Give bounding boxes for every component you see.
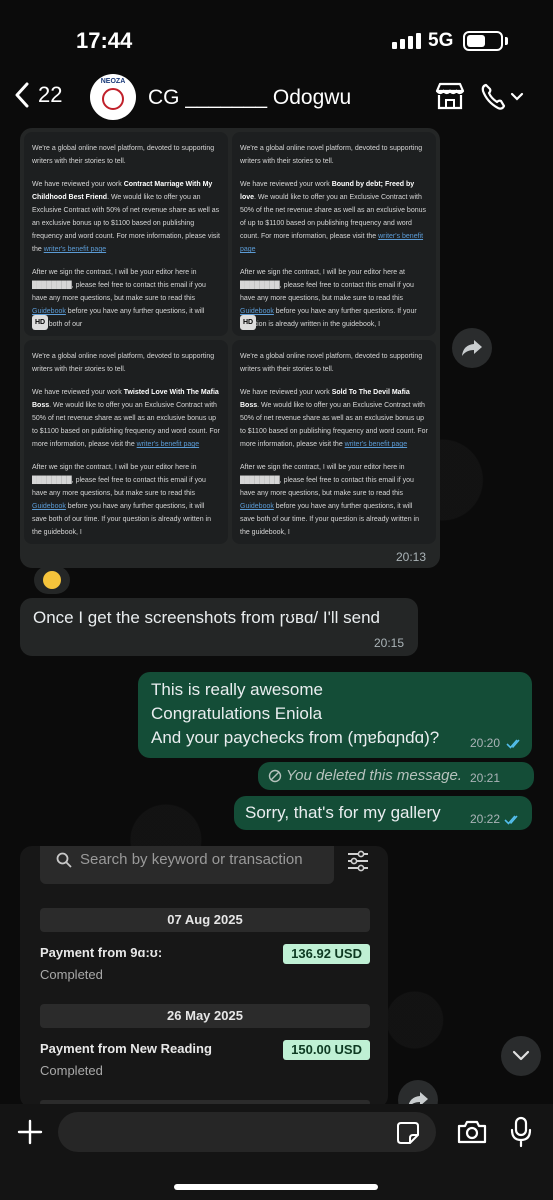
- message-time: 20:21: [470, 771, 501, 785]
- chat-header: 22 NEOZA CG _______ Odogwu: [0, 70, 553, 128]
- avatar[interactable]: NEOZA: [90, 74, 136, 120]
- deleted-message[interactable]: You deleted this message. 20:21: [258, 762, 534, 790]
- contact-name[interactable]: CG _______ Odogwu: [148, 86, 351, 110]
- home-indicator: [174, 1184, 378, 1190]
- transaction-date: 07 Aug 2025: [40, 908, 370, 932]
- avatar-logo: [102, 88, 124, 110]
- tile-text: We're a global online novel platform, de…: [240, 353, 423, 373]
- message-input-bar: [0, 1104, 553, 1200]
- chevron-down-icon: [512, 1050, 530, 1061]
- message-line: Congratulations Eniola: [151, 704, 323, 723]
- plus-icon[interactable]: [16, 1118, 44, 1146]
- benefit-link: writer's benefit page: [344, 441, 408, 448]
- benefit-link: writer's benefit page: [136, 441, 200, 448]
- tile-text: We have reviewed your work Bound by debt…: [240, 181, 427, 253]
- message-time: 20:22: [470, 812, 501, 826]
- image-thumbnail[interactable]: We're a global online novel platform, de…: [24, 340, 228, 544]
- payment-screenshot[interactable]: Search by keyword or transaction 07 Aug …: [20, 846, 388, 1108]
- guidebook-link: Guidebook: [32, 503, 66, 510]
- transaction-title: Payment from New Reading: [40, 1041, 212, 1056]
- search-bar: Search by keyword or transaction: [40, 846, 334, 884]
- message-time: 20:20: [470, 736, 501, 750]
- tile-text: We have reviewed your work Twisted Love …: [32, 389, 220, 448]
- tile-text: After we sign the contract, I will be yo…: [240, 464, 419, 536]
- battery-icon: [463, 31, 503, 51]
- transaction-date: 26 May 2025: [40, 1004, 370, 1028]
- tile-text: We're a global online novel platform, de…: [240, 145, 423, 165]
- incoming-message[interactable]: Once I get the screenshots from ɼʊʙɑ/ I'…: [20, 598, 418, 656]
- deleted-message-text: You deleted this message.: [286, 767, 462, 784]
- transaction-amount: 150.00 USD: [283, 1040, 370, 1060]
- search-placeholder: Search by keyword or transaction: [80, 851, 303, 868]
- tile-text: After we sign the contract, I will be yo…: [32, 269, 206, 328]
- deleted-icon: [268, 769, 282, 783]
- microphone-icon[interactable]: [510, 1116, 532, 1148]
- tile-text: After we sign the contract, I will be yo…: [32, 464, 211, 536]
- status-bar: 17:44 5G: [0, 0, 553, 80]
- network-label: 5G: [428, 30, 454, 51]
- status-time: 17:44: [76, 28, 133, 53]
- transaction-title: Payment from 9ɑ:ʊ:: [40, 945, 163, 960]
- benefit-link: writer's benefit page: [43, 246, 107, 253]
- message-text: Sorry, that's for my gallery: [245, 803, 441, 822]
- tile-text: We have reviewed your work Sold To The D…: [240, 389, 428, 448]
- message-input[interactable]: [58, 1112, 436, 1152]
- message-line: And your paychecks from (ɱɐɓɑɲɗɑ)?: [151, 728, 440, 747]
- guidebook-link: Guidebook: [240, 308, 274, 315]
- camera-icon[interactable]: [456, 1119, 488, 1145]
- read-ticks-icon: [506, 739, 520, 749]
- chevron-left-icon: [15, 82, 29, 108]
- image-thumbnail[interactable]: We're a global online novel platform, de…: [232, 132, 436, 336]
- sticker-icon[interactable]: [396, 1121, 420, 1145]
- forward-button[interactable]: [452, 328, 492, 368]
- reaction-bubble[interactable]: [34, 566, 70, 594]
- image-thumbnail[interactable]: We're a global online novel platform, de…: [232, 340, 436, 544]
- outgoing-message[interactable]: Sorry, that's for my gallery 20:22: [234, 796, 532, 830]
- scroll-down-button[interactable]: [501, 1036, 541, 1076]
- guidebook-link: Guidebook: [240, 503, 274, 510]
- transaction-status: Completed: [40, 967, 103, 982]
- message-line: This is really awesome: [151, 680, 323, 699]
- hd-badge: HD: [240, 315, 257, 330]
- filter-icon: [348, 850, 368, 872]
- tile-text: We have reviewed your work Contract Marr…: [32, 181, 220, 253]
- hd-badge: HD: [32, 315, 49, 330]
- back-button[interactable]: 22: [14, 82, 62, 108]
- read-ticks-icon: [504, 815, 518, 825]
- tile-text: After we sign the contract, I will be yo…: [240, 269, 417, 328]
- message-time: 20:15: [374, 636, 405, 650]
- voice-call-icon[interactable]: [480, 82, 528, 117]
- tile-text: We're a global online novel platform, de…: [32, 145, 215, 165]
- transaction-amount: 136.92 USD: [283, 944, 370, 964]
- message-time: 20:13: [396, 550, 427, 564]
- unread-count: 22: [38, 82, 63, 107]
- battery-tip: [505, 37, 508, 45]
- search-icon: [56, 852, 72, 868]
- store-icon[interactable]: [434, 82, 466, 115]
- transaction-status: Completed: [40, 1063, 103, 1078]
- forward-icon: [462, 340, 482, 356]
- avatar-logo-text: NEOZA: [100, 78, 126, 85]
- guidebook-link: Guidebook: [32, 308, 66, 315]
- image-thumbnail[interactable]: We're a global online novel platform, de…: [24, 132, 228, 336]
- signal-icon: [392, 33, 421, 49]
- outgoing-message[interactable]: This is really awesome Congratulations E…: [138, 672, 532, 758]
- message-text: Once I get the screenshots from ɼʊʙɑ/ I'…: [33, 608, 380, 627]
- image-album-bubble[interactable]: We're a global online novel platform, de…: [20, 128, 440, 568]
- tile-text: We're a global online novel platform, de…: [32, 353, 215, 373]
- smiling-face-emoji-icon: [43, 571, 61, 589]
